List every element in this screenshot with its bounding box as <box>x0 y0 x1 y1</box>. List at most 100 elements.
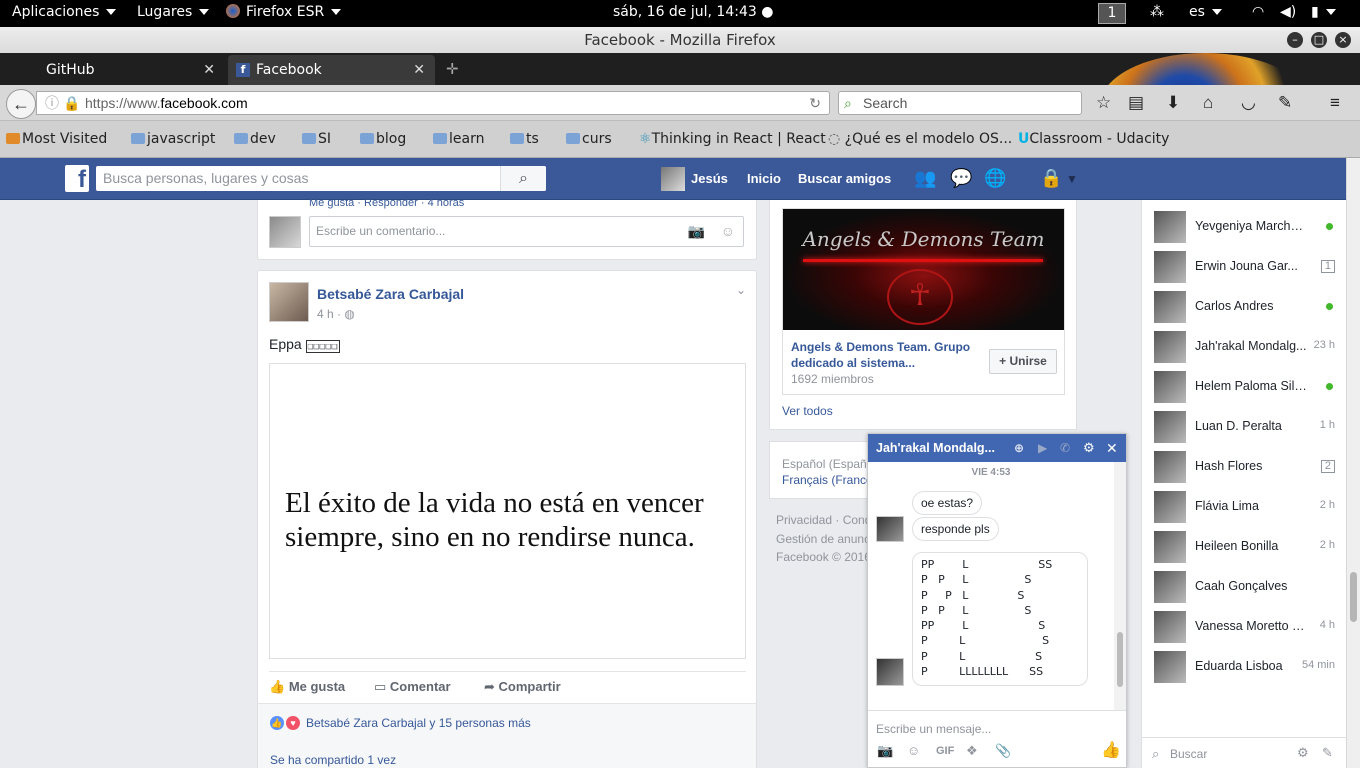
commenter-avatar[interactable] <box>269 216 301 248</box>
close-window-icon[interactable]: × <box>1335 32 1351 48</box>
camera-icon[interactable]: 📷 <box>688 217 705 246</box>
hamburger-menu-icon[interactable]: ≡ <box>1330 93 1340 113</box>
bookmark-most-visited[interactable]: Most Visited <box>6 131 107 147</box>
bookmark-modelo-osi[interactable]: ◌ ¿Qué es el modelo OS... <box>828 131 1012 147</box>
video-call-icon[interactable]: ▶ <box>1038 434 1047 462</box>
bookmark-folder-ts[interactable]: ts <box>510 131 539 147</box>
group-banner-image[interactable]: Angels & Demons Team ☥ <box>783 209 1064 330</box>
contact-item[interactable]: Flávia Lima 2 h <box>1154 490 1339 524</box>
applications-menu[interactable]: Aplicaciones <box>12 4 117 20</box>
post-image[interactable]: El éxito de la vida no está en vencer si… <box>269 363 746 659</box>
bookmark-udacity[interactable]: UClassroom - Udacity <box>1018 131 1169 147</box>
language-french[interactable]: Français (France) <box>782 473 877 487</box>
reactions-summary[interactable]: Betsabé Zara Carbajal y 15 personas más <box>306 716 531 730</box>
facebook-search-input[interactable]: Busca personas, lugares y cosas <box>96 166 546 191</box>
friend-requests-icon[interactable]: 👥 <box>914 168 936 189</box>
close-chat-icon[interactable]: ✕ <box>1106 434 1118 462</box>
tab-facebook[interactable]: f Facebook ✕ <box>228 55 435 85</box>
back-button[interactable]: ← <box>6 89 36 119</box>
share-button[interactable]: ➦ Compartir <box>484 679 561 695</box>
reload-icon[interactable]: ↻ <box>809 92 821 114</box>
bookmark-folder-dev[interactable]: dev <box>234 131 276 147</box>
extension-icon[interactable]: ✎ <box>1278 93 1292 113</box>
gear-icon[interactable]: ⚙ <box>1297 745 1309 761</box>
shares-count[interactable]: Se ha compartido 1 vez <box>270 753 396 767</box>
bookmark-folder-learn[interactable]: learn <box>433 131 484 147</box>
contact-item[interactable]: Yevgeniya Marche... <box>1154 210 1339 244</box>
info-icon[interactable]: ⓘ <box>45 92 59 114</box>
bookmark-folder-blog[interactable]: blog <box>360 131 406 147</box>
chat-status-icon[interactable]: ⁂ <box>1150 4 1164 20</box>
bookmark-folder-javascript[interactable]: javascript <box>131 131 215 147</box>
maximize-icon[interactable]: □ <box>1311 32 1327 48</box>
chat-scrollbar[interactable] <box>1114 462 1126 710</box>
chat-contact-name[interactable]: Jah'rakal Mondalg... <box>876 441 995 455</box>
close-tab-icon[interactable]: ✕ <box>203 55 215 85</box>
emoji-icon[interactable]: ☺ <box>721 217 735 246</box>
chat-like-icon[interactable]: 👍 <box>1101 740 1121 760</box>
account-menu-chevron-icon[interactable]: ▼ <box>1066 172 1078 186</box>
post-author-avatar[interactable] <box>269 282 309 322</box>
close-tab-icon[interactable]: ✕ <box>413 55 425 85</box>
messages-icon[interactable]: 💬 <box>950 168 972 189</box>
tab-github[interactable]: GitHub ✕ <box>0 55 225 85</box>
contact-item[interactable]: Caah Gonçalves <box>1154 570 1339 604</box>
add-friend-icon[interactable]: ⊕ <box>1014 434 1024 462</box>
places-menu[interactable]: Lugares <box>137 4 210 20</box>
page-scrollbar[interactable] <box>1346 158 1360 768</box>
downloads-icon[interactable]: ⬇ <box>1166 93 1180 113</box>
contact-item[interactable]: Vanessa Moretto C... 4 h <box>1154 610 1339 644</box>
new-tab-icon[interactable]: ✛ <box>446 60 459 78</box>
home-icon[interactable]: ⌂ <box>1203 93 1213 113</box>
comment-input[interactable]: Escribe un comentario... 📷 ☺ <box>309 216 744 247</box>
contact-item[interactable]: Heileen Bonilla 2 h <box>1154 530 1339 564</box>
notifications-globe-icon[interactable]: 🌐 <box>984 168 1006 189</box>
chat-scrollbar-thumb[interactable] <box>1117 632 1123 687</box>
home-link[interactable]: Inicio <box>747 171 781 186</box>
search-bar[interactable]: ⌕ Search <box>838 91 1082 115</box>
volume-icon[interactable]: ◀) <box>1280 4 1296 20</box>
contact-item[interactable]: Hash Flores 2 <box>1154 450 1339 484</box>
new-message-icon[interactable]: ✎ <box>1322 745 1333 761</box>
find-friends-link[interactable]: Buscar amigos <box>798 171 891 186</box>
facebook-logo-icon[interactable]: f <box>65 165 89 193</box>
keyboard-layout[interactable]: es <box>1189 4 1222 20</box>
bookmark-folder-curs[interactable]: curs <box>566 131 612 147</box>
bookmark-star-icon[interactable]: ☆ <box>1096 93 1111 113</box>
bookmarks-menu-icon[interactable]: ▤ <box>1128 93 1144 113</box>
see-all-link[interactable]: Ver todos <box>782 404 833 418</box>
comment-actions[interactable]: Me gusta · Responder · 4 horas <box>309 197 464 209</box>
workspace-indicator[interactable]: 1 <box>1098 3 1126 24</box>
post-author-name[interactable]: Betsabé Zara Carbajal <box>317 286 464 302</box>
privacy-lock-icon[interactable]: 🔒 <box>1040 168 1062 189</box>
contact-item[interactable]: Jah'rakal Mondalg... 23 h <box>1154 330 1339 364</box>
chat-emoji-icon[interactable]: ☺ <box>907 743 920 758</box>
profile-link[interactable]: Jesús <box>691 171 728 186</box>
group-name[interactable]: Angels & Demons Team. Grupo dedicado al … <box>791 339 981 371</box>
language-spanish[interactable]: Español (España) <box>782 457 877 471</box>
settings-gear-icon[interactable]: ⚙ <box>1083 434 1095 462</box>
post-options-chevron-icon[interactable]: ⌄ <box>736 283 746 297</box>
wifi-icon[interactable]: ◠ <box>1252 4 1264 20</box>
sidebar-search[interactable]: ⌕ Buscar ⚙ ✎ <box>1142 737 1347 768</box>
battery-icon[interactable]: ▮ <box>1311 4 1336 20</box>
contact-item[interactable]: Luan D. Peralta 1 h <box>1154 410 1339 444</box>
url-bar[interactable]: ⓘ 🔒 https://www.facebook.com ↻ <box>36 91 830 115</box>
pocket-icon[interactable]: ◡ <box>1241 93 1256 113</box>
contact-item[interactable]: Carlos Andres <box>1154 290 1339 324</box>
bookmark-thinking-in-react[interactable]: ⚛Thinking in React | React <box>639 131 826 147</box>
comment-button[interactable]: ▭ Comentar <box>374 679 451 695</box>
like-button[interactable]: 👍 Me gusta <box>269 679 345 695</box>
join-group-button[interactable]: + Unirse <box>989 349 1057 374</box>
minimize-icon[interactable]: – <box>1287 32 1303 48</box>
chat-attach-icon[interactable]: 📎 <box>995 743 1011 759</box>
phone-icon[interactable]: ✆ <box>1060 434 1070 462</box>
contact-item[interactable]: Erwin Jouna Gar... 1 <box>1154 250 1339 284</box>
chat-header[interactable]: Jah'rakal Mondalg... ⊕ ▶ ✆ ⚙ ✕ <box>868 434 1126 462</box>
clock[interactable]: sáb, 16 de jul, 14:43 ● <box>613 4 773 20</box>
chat-stickers-icon[interactable]: ❖ <box>966 743 978 759</box>
search-icon[interactable]: ⌕ <box>500 166 546 191</box>
bookmark-folder-si[interactable]: SI <box>302 131 331 147</box>
chat-camera-icon[interactable]: 📷 <box>877 743 893 759</box>
chat-message-input[interactable]: Escribe un mensaje... <box>876 722 991 736</box>
